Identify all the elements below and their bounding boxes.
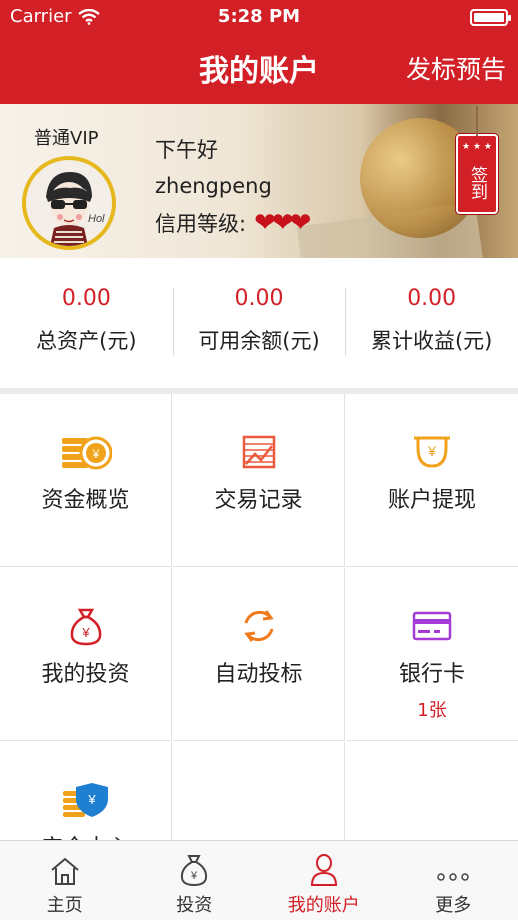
stat-value: 0.00 <box>61 286 111 311</box>
grid-item-fund-overview[interactable]: ¥ 资金概览 <box>0 394 172 567</box>
svg-text:¥: ¥ <box>190 870 198 882</box>
stat-total-assets[interactable]: 0.00 总资产(元) <box>0 258 173 388</box>
svg-text:¥: ¥ <box>91 447 99 461</box>
username: zhengpeng <box>155 174 272 198</box>
security-shield-icon: ¥ <box>62 783 108 817</box>
more-dots-icon <box>437 873 469 881</box>
stat-label: 可用余额(元) <box>198 329 320 353</box>
grid-item-label: 银行卡 <box>398 662 465 687</box>
avatar-cartoon-icon: Hol <box>46 172 105 246</box>
tab-bar: 主页 ¥ 投资 我的账户 更多 <box>0 840 518 920</box>
account-stats: 0.00 总资产(元) 0.00 可用余额(元) 0.00 累计收益(元) <box>0 258 518 388</box>
tag-string <box>476 106 478 136</box>
grid-item-label: 我的投资 <box>41 662 130 687</box>
grid-item-withdraw[interactable]: ¥ 账户提现 <box>346 394 518 567</box>
battery-icon <box>470 9 511 26</box>
stat-total-earnings[interactable]: 0.00 累计收益(元) <box>345 258 518 388</box>
tab-invest[interactable]: ¥ 投资 <box>130 841 260 920</box>
grid-item-empty <box>346 742 518 840</box>
greeting: 下午好 <box>155 138 218 162</box>
grid-item-transactions[interactable]: 交易记录 <box>173 394 345 567</box>
svg-text:Hol: Hol <box>88 213 105 225</box>
stat-label: 总资产(元) <box>36 329 137 353</box>
grid-item-my-investments[interactable]: ¥ 我的投资 <box>0 568 172 741</box>
checkin-label: 签到 <box>467 166 487 200</box>
user-icon <box>310 854 337 886</box>
tab-label: 我的账户 <box>287 895 360 916</box>
grid-item-label: 自动投标 <box>214 662 303 687</box>
feature-grid: ¥ 资金概览 交易记录 ¥ 账户提现 ¥ 我的投资 自动投标 银行卡 1张 ¥ <box>0 394 518 840</box>
bid-preview-link[interactable]: 发标预告 <box>406 50 506 86</box>
grid-item-label: 资金概览 <box>41 488 130 513</box>
stat-value: 0.00 <box>234 286 284 311</box>
grid-item-auto-bid[interactable]: 自动投标 <box>173 568 345 741</box>
grid-item-bank-card[interactable]: 银行卡 1张 <box>346 568 518 741</box>
stat-label: 累计收益(元) <box>370 329 493 353</box>
tab-label: 更多 <box>435 895 472 916</box>
grid-item-label: 安全中心 <box>0 830 171 840</box>
bank-card-icon <box>412 611 452 641</box>
withdraw-icon: ¥ <box>414 436 450 468</box>
tab-label: 投资 <box>176 895 213 916</box>
checkin-stars: ★ ★ ★ <box>462 142 492 152</box>
clock: 5:28 PM <box>217 6 301 27</box>
status-bar: Carrier 5:28 PM <box>0 0 518 34</box>
credit-hearts-icon: ❤❤❤ <box>254 208 311 238</box>
bank-card-count: 1张 <box>417 700 447 721</box>
credit-label: 信用等级: <box>155 212 247 236</box>
tab-label: 主页 <box>46 895 83 916</box>
checkin-button[interactable]: ★ ★ ★ 签到 <box>456 106 498 214</box>
refresh-icon <box>243 610 274 642</box>
stat-available-balance[interactable]: 0.00 可用余额(元) <box>172 258 346 388</box>
grid-item-label: 交易记录 <box>214 488 303 513</box>
record-chart-icon <box>242 435 275 469</box>
home-icon <box>51 857 79 885</box>
grid-item-empty <box>173 742 345 840</box>
grid-item-security-center[interactable]: ¥ 安全中心 <box>0 742 172 840</box>
avatar[interactable]: Hol <box>22 156 116 250</box>
account-banner: 普通VIP Hol 下午好 zhengpeng 信用等级: ❤❤❤ ★ ★ ★ … <box>0 104 518 258</box>
grid-item-label: 账户提现 <box>387 488 476 513</box>
svg-text:¥: ¥ <box>81 625 90 640</box>
top-bar: Carrier 5:28 PM 我的账户 发标预告 <box>0 0 518 104</box>
money-bag-icon: ¥ <box>70 608 101 646</box>
svg-text:¥: ¥ <box>87 792 96 807</box>
tab-more[interactable]: 更多 <box>389 841 518 920</box>
money-bag-icon: ¥ <box>181 855 208 887</box>
svg-text:¥: ¥ <box>427 443 436 459</box>
tab-home[interactable]: 主页 <box>0 841 130 920</box>
tab-my-account[interactable]: 我的账户 <box>259 841 389 920</box>
credit-level: 信用等级: ❤❤❤ <box>155 208 311 238</box>
coins-icon: ¥ <box>61 436 112 470</box>
vip-level: 普通VIP <box>34 128 99 149</box>
stat-value: 0.00 <box>407 286 457 311</box>
